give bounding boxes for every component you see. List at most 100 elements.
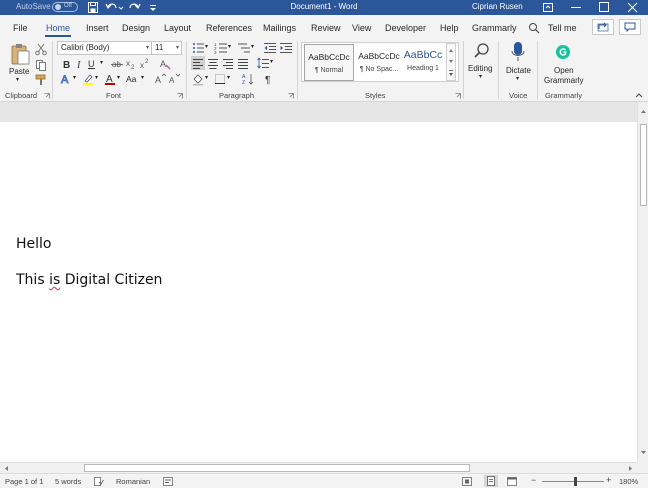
- vertical-scroll-thumb[interactable]: [640, 124, 647, 206]
- vertical-scrollbar[interactable]: [637, 102, 648, 462]
- zoom-in-button[interactable]: +: [606, 475, 611, 485]
- page-count[interactable]: Page 1 of 1: [5, 477, 43, 486]
- dialog-launcher-icon[interactable]: [455, 93, 461, 99]
- zoom-slider[interactable]: [542, 481, 604, 482]
- share-button[interactable]: [592, 19, 614, 35]
- close-icon[interactable]: [618, 0, 648, 15]
- style-normal[interactable]: AaBbCcDc ¶ Normal: [304, 44, 354, 81]
- microphone-icon[interactable]: [508, 41, 528, 63]
- search-icon[interactable]: [472, 41, 492, 61]
- chevron-down-icon[interactable]: ▾: [479, 73, 482, 80]
- language-indicator[interactable]: Romanian: [116, 477, 150, 486]
- chevron-down-icon[interactable]: ▾: [73, 74, 76, 81]
- document-line-1[interactable]: Hello: [16, 236, 52, 252]
- web-layout-icon[interactable]: [507, 477, 517, 486]
- user-name[interactable]: Ciprian Rusen: [472, 2, 523, 11]
- cut-icon[interactable]: [34, 42, 48, 56]
- tab-layout[interactable]: Layout: [164, 23, 191, 33]
- tell-me-search[interactable]: Tell me: [548, 23, 577, 33]
- open-grammarly-label-1[interactable]: Open: [554, 66, 574, 75]
- tab-review[interactable]: Review: [311, 23, 341, 33]
- horizontal-scrollbar[interactable]: [0, 462, 637, 473]
- borders-icon[interactable]: [213, 72, 227, 86]
- maximize-icon[interactable]: [590, 0, 618, 15]
- underline-icon[interactable]: U: [85, 57, 99, 71]
- dialog-launcher-icon[interactable]: [177, 93, 183, 99]
- font-size-select[interactable]: 11 ▾: [151, 41, 182, 55]
- zoom-slider-thumb[interactable]: [574, 477, 577, 486]
- italic-icon[interactable]: I: [72, 57, 86, 71]
- justify-icon[interactable]: [236, 56, 250, 70]
- tab-developer[interactable]: Developer: [385, 23, 426, 33]
- tab-view[interactable]: View: [352, 23, 371, 33]
- superscript-icon[interactable]: x2: [138, 57, 152, 71]
- sort-icon[interactable]: AZ: [241, 72, 255, 86]
- style-no-spacing[interactable]: AaBbCcDc ¶ No Spac...: [354, 44, 404, 81]
- show-formatting-marks-icon[interactable]: ¶: [262, 72, 276, 86]
- chevron-down-icon[interactable]: ▾: [100, 59, 103, 66]
- multilevel-list-icon[interactable]: [237, 41, 251, 55]
- document-page[interactable]: Hello This is Digital Citizen: [0, 122, 637, 462]
- numbering-icon[interactable]: 123: [214, 41, 228, 55]
- shrink-font-icon[interactable]: A: [167, 72, 181, 86]
- subscript-icon[interactable]: x2: [124, 57, 138, 71]
- tab-insert[interactable]: Insert: [86, 23, 109, 33]
- align-right-icon[interactable]: [221, 56, 235, 70]
- open-grammarly-label-2[interactable]: Grammarly: [544, 76, 584, 85]
- collapse-ribbon-icon[interactable]: [634, 91, 644, 99]
- comments-button[interactable]: [619, 19, 641, 35]
- chevron-down-icon[interactable]: ▾: [251, 43, 254, 50]
- bold-icon[interactable]: B: [59, 57, 73, 71]
- line-spacing-icon[interactable]: [256, 56, 270, 70]
- chevron-down-icon[interactable]: ▾: [270, 58, 273, 65]
- increase-indent-icon[interactable]: [279, 41, 293, 55]
- font-name-select[interactable]: Calibri (Body) ▾: [57, 41, 152, 55]
- chevron-down-icon[interactable]: ▾: [205, 74, 208, 81]
- document-line-2[interactable]: This is Digital Citizen: [16, 272, 162, 288]
- misspelled-word[interactable]: is: [49, 272, 60, 288]
- tab-design[interactable]: Design: [122, 23, 150, 33]
- format-painter-icon[interactable]: [34, 73, 48, 87]
- decrease-indent-icon[interactable]: [263, 41, 277, 55]
- chevron-down-icon[interactable]: ▾: [516, 75, 519, 82]
- text-effects-icon[interactable]: A: [59, 72, 73, 86]
- align-center-icon[interactable]: [206, 56, 220, 70]
- macro-recording-icon[interactable]: [163, 477, 173, 486]
- change-case-button[interactable]: Aa: [126, 74, 136, 84]
- chevron-down-icon[interactable]: ▾: [141, 74, 144, 81]
- grammarly-icon[interactable]: [555, 44, 571, 60]
- clear-formatting-icon[interactable]: A: [158, 57, 172, 71]
- tab-mailings[interactable]: Mailings: [263, 23, 296, 33]
- print-layout-icon[interactable]: [484, 475, 498, 487]
- proofing-icon[interactable]: [94, 477, 104, 486]
- ribbon-display-options-icon[interactable]: [534, 0, 562, 15]
- strikethrough-icon[interactable]: ab: [110, 57, 124, 71]
- horizontal-scroll-thumb[interactable]: [84, 464, 470, 472]
- tab-help[interactable]: Help: [440, 23, 459, 33]
- tab-home[interactable]: Home: [46, 23, 70, 33]
- paste-icon[interactable]: [9, 42, 31, 68]
- chevron-down-icon[interactable]: ▾: [205, 43, 208, 50]
- minimize-icon[interactable]: [562, 0, 590, 15]
- word-count[interactable]: 5 words: [55, 477, 81, 486]
- chevron-down-icon[interactable]: ▾: [95, 74, 98, 81]
- copy-icon[interactable]: [34, 58, 48, 72]
- highlighter-icon[interactable]: [81, 72, 95, 86]
- dictate-button[interactable]: Dictate: [506, 66, 531, 75]
- font-color-icon[interactable]: A: [103, 72, 117, 86]
- paste-label[interactable]: Paste: [9, 67, 29, 76]
- zoom-out-button[interactable]: −: [531, 475, 536, 485]
- chevron-down-icon[interactable]: ▾: [227, 74, 230, 81]
- align-left-icon[interactable]: [191, 56, 205, 70]
- bullets-icon[interactable]: [191, 41, 205, 55]
- tab-grammarly[interactable]: Grammarly: [472, 23, 517, 33]
- editing-button[interactable]: Editing: [468, 64, 492, 73]
- chevron-down-icon[interactable]: ▾: [16, 76, 19, 83]
- grow-font-icon[interactable]: A: [153, 72, 167, 86]
- style-heading-1[interactable]: AaBbCc Heading 1: [400, 44, 446, 81]
- chevron-down-icon[interactable]: ▾: [117, 74, 120, 81]
- shading-icon[interactable]: [191, 72, 205, 86]
- dialog-launcher-icon[interactable]: [288, 93, 294, 99]
- tab-file[interactable]: File: [13, 23, 28, 33]
- chevron-down-icon[interactable]: ▾: [228, 43, 231, 50]
